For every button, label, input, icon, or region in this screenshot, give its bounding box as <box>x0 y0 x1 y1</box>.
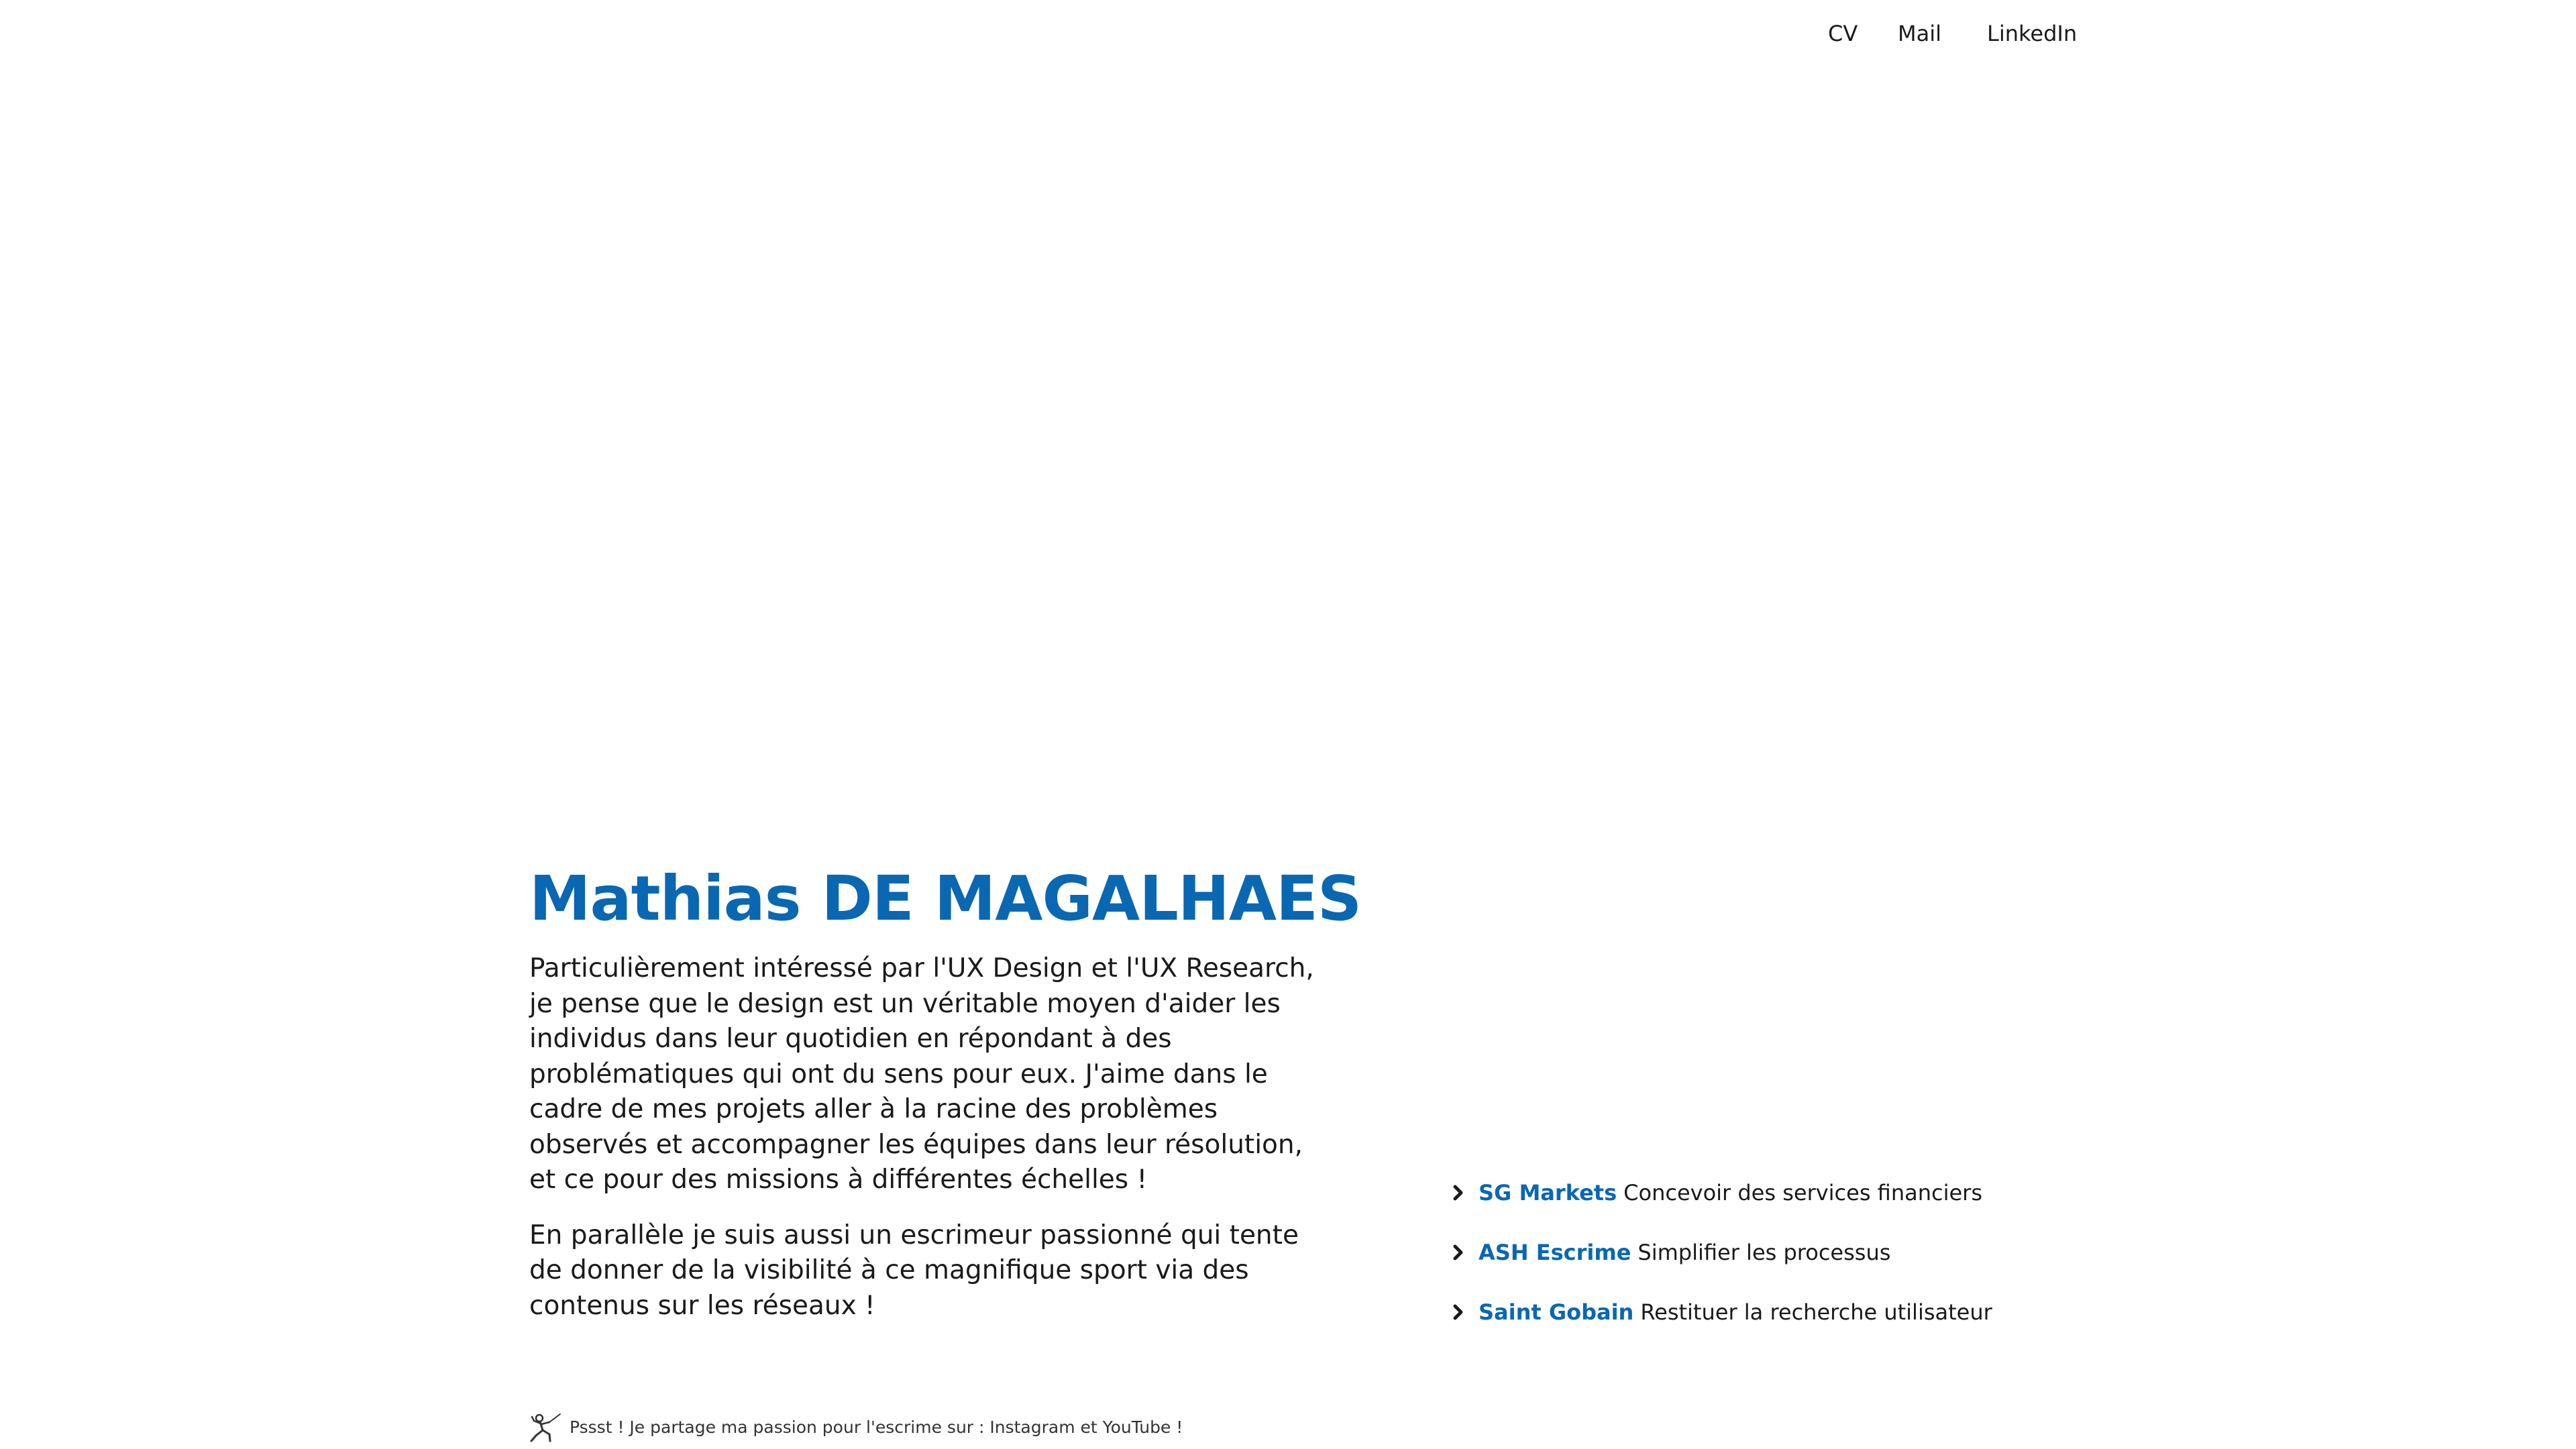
chevron-right-icon <box>1449 1238 1469 1267</box>
bio-paragraph-fencing: En parallèle je suis aussi un escrimeur … <box>529 1220 1299 1321</box>
nav-link-cv[interactable]: CV <box>1828 19 1858 48</box>
footnote-connector: et <box>1075 1417 1103 1437</box>
footnote-prefix: Pssst ! Je partage ma passion pour l'esc… <box>570 1417 990 1437</box>
project-name: ASH Escrime <box>1479 1240 1631 1265</box>
project-name: Saint Gobain <box>1479 1299 1634 1325</box>
footnote-suffix: ! <box>1171 1417 1183 1437</box>
bio-paragraph-ux: Particulièrement intéressé par l'UX Desi… <box>529 953 1314 1195</box>
project-description: Concevoir des services financiers <box>1623 1180 1982 1205</box>
project-description: Simplifier les processus <box>1638 1240 1891 1265</box>
fencing-footnote: Pssst ! Je partage ma passion pour l'esc… <box>529 1411 1183 1442</box>
chevron-right-icon <box>1449 1297 1469 1327</box>
youtube-link[interactable]: YouTube <box>1103 1417 1171 1437</box>
page-title: Mathias DE MAGALHAES <box>529 863 1362 934</box>
intro-section: Mathias DE MAGALHAES Particulièrement in… <box>529 859 1362 1324</box>
projects-list: SG Markets Concevoir des services financ… <box>1449 1173 1992 1352</box>
instagram-link[interactable]: Instagram <box>989 1417 1075 1437</box>
project-description: Restituer la recherche utilisateur <box>1640 1299 1992 1325</box>
fencer-icon <box>529 1411 561 1442</box>
page: CV Mail LinkedIn Mathias DE MAGALHAES Pa… <box>0 0 2576 1449</box>
project-item-saint-gobain[interactable]: Saint Gobain Restituer la recherche util… <box>1449 1292 1992 1332</box>
project-item-ash-escrime[interactable]: ASH Escrime Simplifier les processus <box>1449 1232 1992 1273</box>
nav-link-mail[interactable]: Mail <box>1898 19 1941 48</box>
chevron-right-icon <box>1449 1178 1469 1208</box>
project-name: SG Markets <box>1479 1180 1617 1205</box>
nav-link-linkedin[interactable]: LinkedIn <box>1987 19 2077 48</box>
project-item-sg-markets[interactable]: SG Markets Concevoir des services financ… <box>1449 1173 1992 1213</box>
